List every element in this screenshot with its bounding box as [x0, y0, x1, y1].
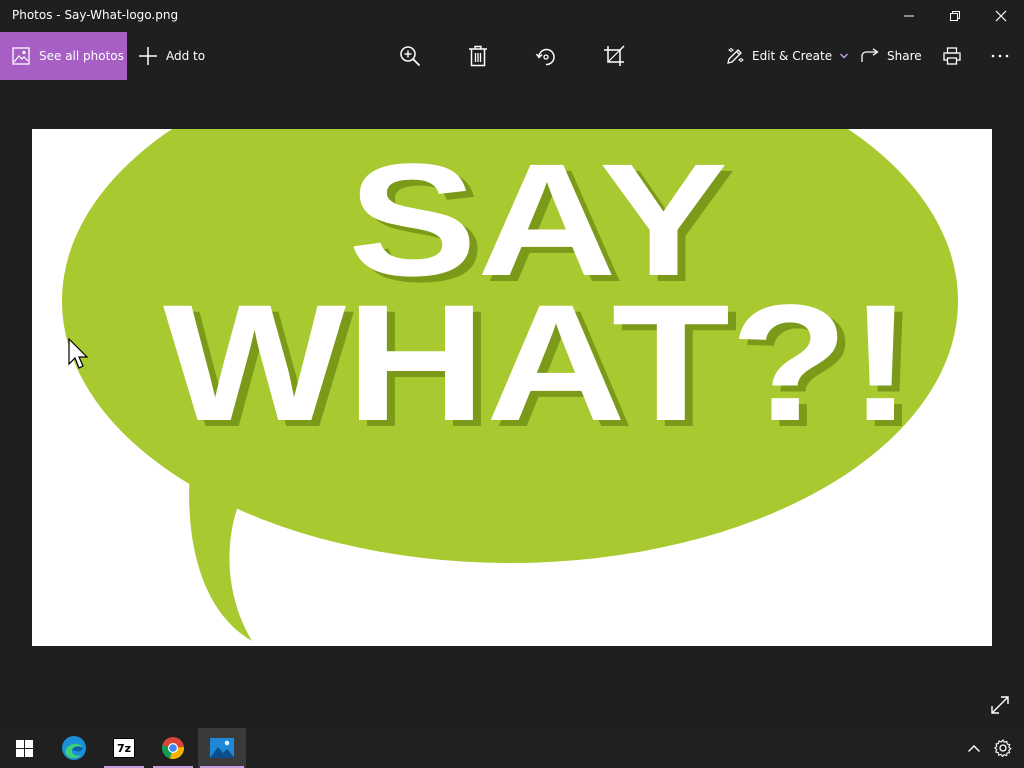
zoom-button[interactable]	[390, 32, 430, 80]
add-to-label: Add to	[166, 49, 206, 63]
chevron-up-icon	[968, 744, 980, 752]
more-icon	[991, 54, 1009, 58]
photos-icon	[12, 47, 30, 65]
share-label: Share	[887, 49, 922, 63]
rotate-icon	[535, 48, 555, 66]
windows-start-icon	[15, 739, 33, 757]
7zip-icon: 7z	[113, 738, 135, 758]
share-icon	[861, 48, 879, 62]
edit-create-icon	[727, 47, 744, 64]
minimize-icon	[904, 15, 914, 17]
taskbar-photos[interactable]	[198, 728, 246, 768]
start-button[interactable]	[0, 728, 48, 768]
chrome-icon	[162, 737, 185, 760]
zoom-in-icon	[400, 46, 421, 67]
edge-icon	[62, 736, 86, 760]
taskbar-7zip[interactable]: 7z	[100, 728, 148, 768]
more-button[interactable]	[980, 32, 1020, 80]
close-icon	[995, 10, 1007, 22]
cursor-arrow-icon	[68, 337, 89, 369]
minimize-button[interactable]	[886, 0, 932, 32]
title-bar: Photos - Say-What-logo.png	[0, 0, 1024, 32]
edit-create-button[interactable]: Edit & Create	[726, 32, 849, 80]
delete-icon	[469, 45, 487, 67]
logo-text-what: WHAT?!	[163, 271, 913, 456]
mouse-cursor	[68, 337, 90, 376]
edit-create-label: Edit & Create	[752, 49, 833, 63]
delete-button[interactable]	[458, 32, 498, 80]
image-canvas[interactable]: SAY WHAT?! SAY WHAT?!	[32, 129, 992, 646]
share-button[interactable]: Share	[861, 32, 922, 80]
window-title: Photos - Say-What-logo.png	[12, 8, 179, 22]
see-all-photos-label: See all photos	[39, 49, 124, 63]
say-what-logo: SAY WHAT?! SAY WHAT?!	[32, 129, 992, 646]
close-button[interactable]	[978, 0, 1024, 32]
restore-icon	[950, 11, 960, 21]
settings-tray-button[interactable]	[986, 728, 1020, 768]
crop-icon	[604, 45, 625, 66]
print-icon	[943, 47, 961, 65]
fullscreen-button[interactable]	[985, 690, 1015, 720]
taskbar-chrome[interactable]	[149, 728, 197, 768]
chevron-down-icon	[840, 53, 849, 59]
crop-button[interactable]	[594, 32, 634, 80]
settings-icon	[994, 739, 1012, 757]
rotate-button[interactable]	[526, 32, 566, 80]
plus-icon	[139, 47, 157, 65]
add-to-button[interactable]: Add to	[138, 32, 205, 80]
7zip-label: 7z	[116, 741, 132, 755]
print-button[interactable]	[932, 32, 972, 80]
restore-button[interactable]	[932, 0, 978, 32]
photos-app-icon	[210, 738, 234, 758]
expand-icon	[991, 696, 1009, 714]
see-all-photos-button[interactable]: See all photos	[0, 32, 127, 80]
taskbar-edge[interactable]	[50, 728, 98, 768]
